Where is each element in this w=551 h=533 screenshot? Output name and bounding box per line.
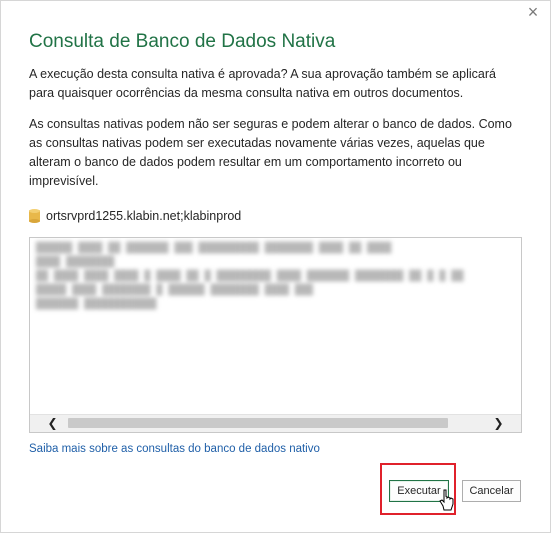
scroll-right-icon[interactable]: ❯ [490, 415, 507, 432]
horizontal-scrollbar[interactable]: ❮ ❯ [30, 414, 521, 432]
scrollbar-thumb[interactable] [68, 418, 448, 428]
cancel-button[interactable]: Cancelar [462, 480, 521, 502]
close-icon[interactable]: × [524, 3, 542, 21]
warning-text: As consultas nativas podem não ser segur… [29, 117, 512, 188]
learn-more-link[interactable]: Saiba mais sobre as consultas do banco d… [29, 443, 320, 455]
native-query-dialog: × Consulta de Banco de Dados Nativa A ex… [0, 0, 551, 533]
approval-question-text: A execução desta consulta nativa é aprov… [29, 67, 496, 100]
database-icon [29, 209, 40, 223]
scroll-left-icon[interactable]: ❮ [44, 415, 61, 432]
data-source-label: ortsrvprd1255.klabin.net;klabinprod [46, 209, 242, 223]
dialog-title: Consulta de Banco de Dados Nativa [29, 31, 336, 52]
run-button[interactable]: Executar [389, 480, 449, 502]
query-text-area[interactable]: ██████ ████ ██ ███████ ███ ██████████ ██… [29, 237, 522, 433]
data-source: ortsrvprd1255.klabin.net;klabinprod [29, 209, 241, 223]
query-text-blurred: ██████ ████ ██ ███████ ███ ██████████ ██… [36, 243, 464, 310]
